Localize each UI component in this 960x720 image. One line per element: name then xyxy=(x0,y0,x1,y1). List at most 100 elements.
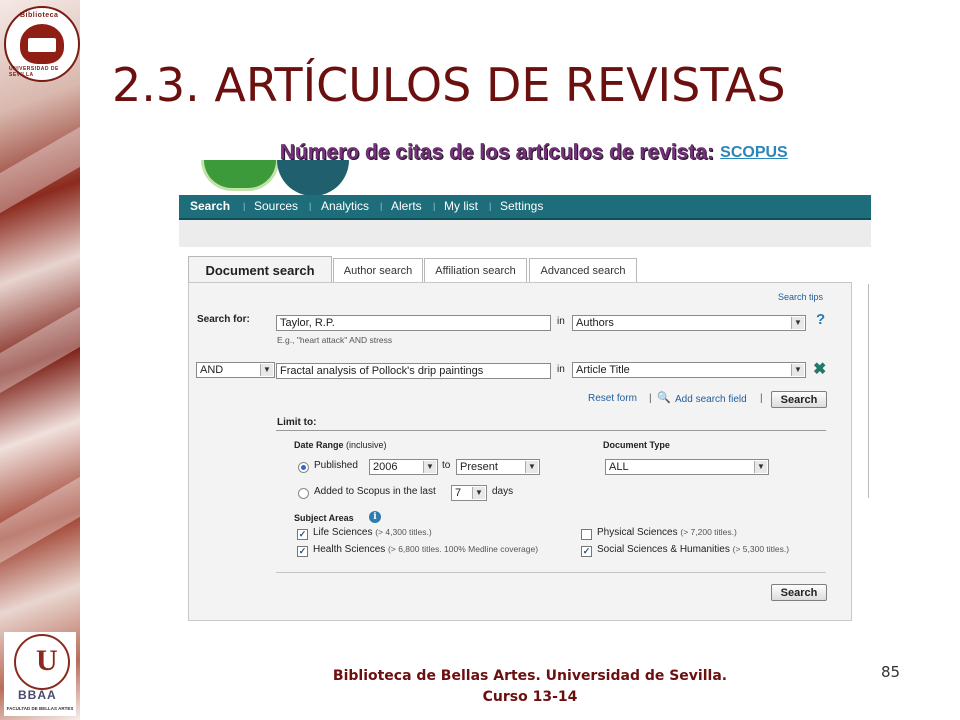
nav-separator: | xyxy=(380,201,383,211)
add-field-icon[interactable]: 🔍 xyxy=(657,391,671,404)
search-button[interactable]: Search xyxy=(771,391,827,408)
added-to-scopus-radio[interactable] xyxy=(298,488,309,499)
nav-search[interactable]: Search xyxy=(190,199,230,213)
seal-book-icon xyxy=(28,38,56,52)
footer-line-1: Biblioteca de Bellas Artes. Universidad … xyxy=(332,668,728,684)
page-number: 85 xyxy=(881,663,901,681)
scopus-subbar xyxy=(179,220,871,247)
search-tips-link[interactable]: Search tips xyxy=(778,292,823,302)
nav-separator: | xyxy=(243,201,246,211)
social-sciences-label: Social Sciences & Humanities (> 5,300 ti… xyxy=(597,544,789,555)
to-label: to xyxy=(442,460,451,471)
subject-note: (> 5,300 titles.) xyxy=(732,544,790,554)
subject-note: (> 4,300 titles.) xyxy=(375,527,432,537)
biblioteca-seal-logo: Biblioteca UNIVERSIDAD DE SEVILLA xyxy=(4,6,80,82)
nav-separator: | xyxy=(309,201,312,211)
scopus-link[interactable]: SCOPUS xyxy=(720,144,788,161)
field1-value: Authors xyxy=(576,317,614,329)
footer-line-2: Curso 13-14 xyxy=(482,689,578,705)
document-type-label: Document Type xyxy=(603,440,670,450)
health-sciences-label: Health Sciences (> 6,800 titles. 100% Me… xyxy=(313,544,538,555)
scopus-logo-green xyxy=(201,160,279,191)
decorative-streak xyxy=(0,476,80,564)
nav-separator: | xyxy=(489,201,492,211)
nav-sources[interactable]: Sources xyxy=(254,199,298,213)
life-sciences-label: Life Sciences (> 4,300 titles.) xyxy=(313,527,432,538)
document-type-value: ALL xyxy=(609,461,629,473)
faculty-u-mark: U xyxy=(36,644,58,677)
days-select[interactable]: 7 ▼ xyxy=(451,485,487,501)
field2-value: Article Title xyxy=(576,364,630,376)
subject-note: (> 7,200 titles.) xyxy=(680,527,737,537)
operator-value: AND xyxy=(200,364,224,376)
published-radio[interactable] xyxy=(298,462,309,473)
query1-input[interactable]: Taylor, R.P. xyxy=(276,315,551,331)
faculty-bbaa-mark: BBAA xyxy=(18,688,57,702)
divider xyxy=(276,572,826,573)
nav-my-list[interactable]: My list xyxy=(444,199,478,213)
info-icon[interactable]: i xyxy=(369,511,381,523)
slide-title: 2.3. ARTÍCULOS DE REVISTAS xyxy=(112,58,786,112)
chevron-down-icon: ▼ xyxy=(791,317,804,329)
physical-sciences-checkbox[interactable] xyxy=(581,529,592,540)
date-range-label: Date Range xyxy=(294,440,344,450)
health-sciences-checkbox[interactable]: ✓ xyxy=(297,546,308,557)
days-value: 7 xyxy=(455,487,462,499)
reset-form-link[interactable]: Reset form xyxy=(588,393,637,404)
add-search-field-link[interactable]: Add search field xyxy=(675,394,747,405)
remove-field-icon[interactable]: ✖ xyxy=(813,359,826,379)
from-year-value: 2006 xyxy=(373,461,398,473)
divider xyxy=(276,430,826,431)
tab-affiliation-search[interactable]: Affiliation search xyxy=(424,258,527,283)
chevron-down-icon: ▼ xyxy=(423,461,436,473)
search-for-label: Search for: xyxy=(197,314,250,325)
subject-name: Life Sciences xyxy=(313,527,373,538)
slide-footer: Biblioteca de Bellas Artes. Universidad … xyxy=(320,666,740,708)
nav-settings[interactable]: Settings xyxy=(500,199,543,213)
to-year-select[interactable]: Present ▼ xyxy=(456,459,540,475)
tab-advanced-search[interactable]: Advanced search xyxy=(529,258,637,283)
faculty-seal: U xyxy=(14,634,70,690)
social-sciences-checkbox[interactable]: ✓ xyxy=(581,546,592,557)
subject-name: Physical Sciences xyxy=(597,527,678,538)
field1-select[interactable]: Authors ▼ xyxy=(572,315,806,331)
chevron-down-icon: ▼ xyxy=(791,364,804,376)
field2-select[interactable]: Article Title ▼ xyxy=(572,362,806,378)
tab-author-search[interactable]: Author search xyxy=(333,258,423,283)
query1-hint: E.g., "heart attack" AND stress xyxy=(277,335,393,345)
scopus-logo-teal xyxy=(277,160,349,196)
subject-areas-label: Subject Areas xyxy=(294,513,354,523)
faculty-caption: FACULTAD DE BELLAS ARTES xyxy=(6,706,74,711)
help-icon[interactable]: ? xyxy=(816,311,825,328)
date-range-note: (inclusive) xyxy=(346,440,387,450)
operator-select[interactable]: AND ▼ xyxy=(196,362,275,378)
to-year-value: Present xyxy=(460,461,498,473)
nav-alerts[interactable]: Alerts xyxy=(391,199,422,213)
chevron-down-icon: ▼ xyxy=(525,461,538,473)
tab-document-search[interactable]: Document search xyxy=(188,256,332,285)
panel-edge xyxy=(868,284,869,498)
in-label: in xyxy=(557,364,565,375)
subject-name: Health Sciences xyxy=(313,544,386,555)
limit-to-label: Limit to: xyxy=(277,417,317,428)
physical-sciences-label: Physical Sciences (> 7,200 titles.) xyxy=(597,527,737,538)
subject-note: (> 6,800 titles. 100% Medline coverage) xyxy=(388,544,539,554)
seal-bottom-text: UNIVERSIDAD DE SEVILLA xyxy=(9,66,59,78)
published-label: Published xyxy=(314,460,358,471)
document-type-select[interactable]: ALL ▼ xyxy=(605,459,769,475)
added-to-scopus-label: Added to Scopus in the last xyxy=(314,486,436,497)
bottom-search-button[interactable]: Search xyxy=(771,584,827,601)
decorative-streak xyxy=(0,126,80,214)
from-year-select[interactable]: 2006 ▼ xyxy=(369,459,438,475)
nav-analytics[interactable]: Analytics xyxy=(321,199,369,213)
decorative-streak xyxy=(0,306,80,394)
separator: | xyxy=(649,393,652,404)
chevron-down-icon: ▼ xyxy=(260,364,273,376)
query2-input[interactable]: Fractal analysis of Pollock's drip paint… xyxy=(276,363,551,379)
chevron-down-icon: ▼ xyxy=(472,487,485,499)
decorative-side-strip xyxy=(0,0,80,720)
chevron-down-icon: ▼ xyxy=(754,461,767,473)
life-sciences-checkbox[interactable]: ✓ xyxy=(297,529,308,540)
nav-separator: | xyxy=(433,201,436,211)
days-label: days xyxy=(492,486,514,497)
